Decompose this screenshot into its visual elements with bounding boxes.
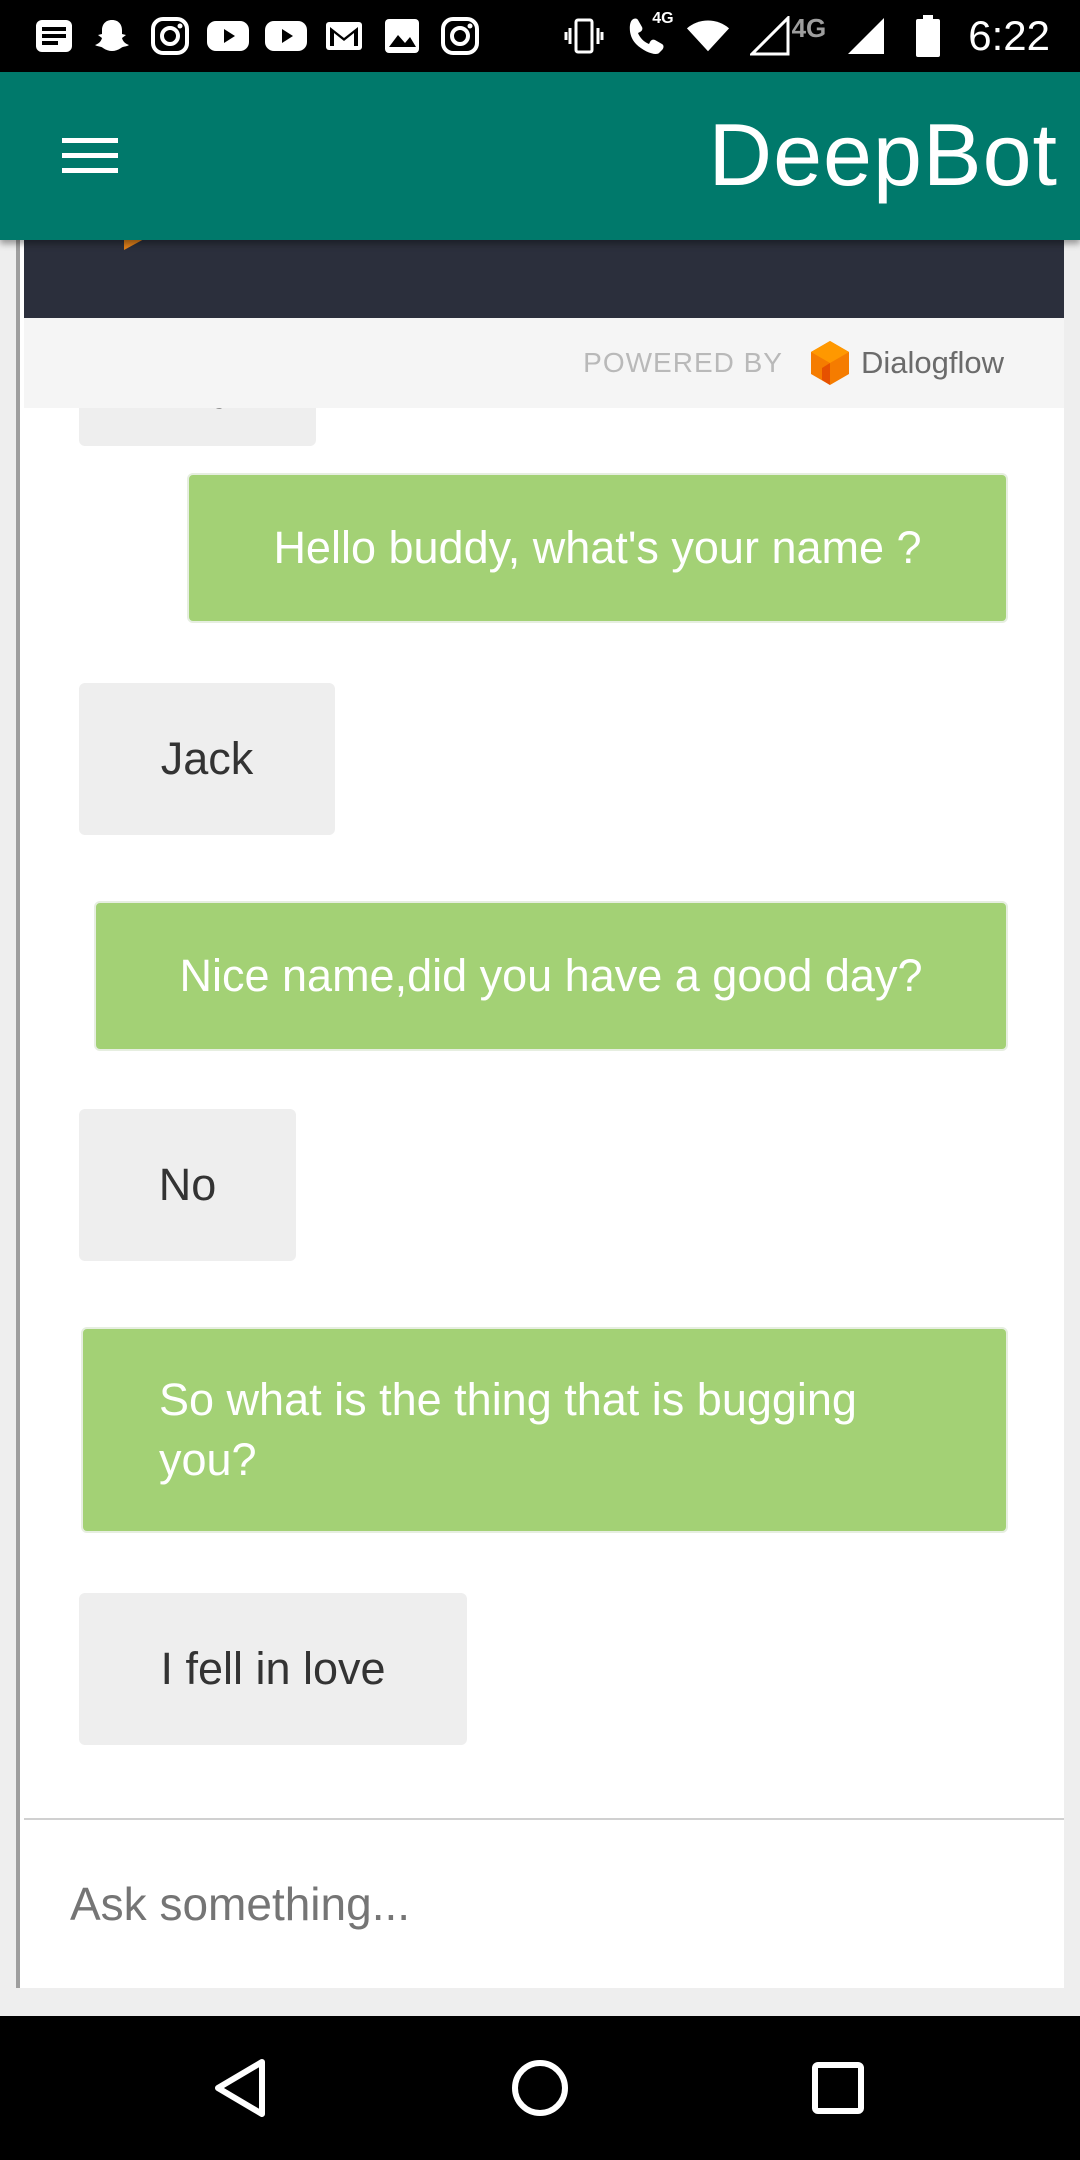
battery-icon — [906, 14, 950, 58]
gmail-icon — [322, 14, 366, 58]
bot-message: Jack — [79, 683, 335, 835]
bot-message: No — [79, 1109, 296, 1261]
dialogflow-label: Dialogflow — [860, 345, 1004, 380]
youtube-icon — [264, 14, 308, 58]
clock: 6:22 — [968, 12, 1050, 59]
hamburger-icon — [62, 138, 118, 173]
snapchat-icon — [90, 14, 134, 58]
instagram-icon — [148, 14, 192, 58]
bot-message: I fell in love — [79, 1593, 467, 1745]
message-input-area — [24, 1818, 1064, 1988]
signal-icon — [844, 14, 888, 58]
home-button[interactable] — [508, 2056, 572, 2120]
gallery-icon — [380, 14, 424, 58]
home-circle-icon — [512, 2060, 568, 2116]
call-badge: 4G — [652, 10, 674, 27]
app-bar: DeepBot — [0, 72, 1080, 240]
status-bar: 4G 4G 6:22 — [0, 0, 1080, 72]
message-list[interactable]: Hey Hello buddy, what's your name ? Jack… — [24, 408, 1064, 2058]
user-message: Hello buddy, what's your name ? — [187, 473, 1008, 623]
recents-square-icon — [812, 2062, 864, 2114]
instagram-icon — [438, 14, 482, 58]
chat-widget: POWERED BY Dialogflow Hey Hello buddy, w… — [16, 226, 1064, 1988]
vibrate-icon — [562, 14, 606, 58]
back-triangle-icon — [215, 2059, 265, 2117]
user-message: So what is the thing that is bugging you… — [81, 1327, 1008, 1533]
wifi-icon — [686, 14, 730, 58]
user-message: Nice name,did you have a good day? — [94, 901, 1008, 1051]
bot-message: Hey — [79, 408, 316, 446]
chat-header-strip — [24, 226, 1064, 318]
recents-button[interactable] — [806, 2056, 870, 2120]
dialogflow-logo-icon — [810, 341, 849, 385]
powered-by-bar: POWERED BY Dialogflow — [24, 318, 1064, 408]
network-type-label: 4G — [791, 12, 827, 43]
back-button[interactable] — [208, 2056, 272, 2120]
volte-call-icon: 4G — [624, 10, 674, 58]
notification-icon — [32, 14, 76, 58]
navigation-bar — [0, 2016, 1080, 2160]
menu-button[interactable] — [48, 118, 132, 194]
youtube-icon — [206, 14, 250, 58]
signal-icon — [748, 14, 792, 58]
powered-by-label: POWERED BY — [583, 347, 783, 378]
message-input[interactable] — [24, 1820, 1064, 1988]
system-icons: 4G 4G 6:22 — [562, 10, 1050, 60]
app-title: DeepBot — [708, 105, 1058, 204]
notification-icons — [32, 12, 482, 60]
